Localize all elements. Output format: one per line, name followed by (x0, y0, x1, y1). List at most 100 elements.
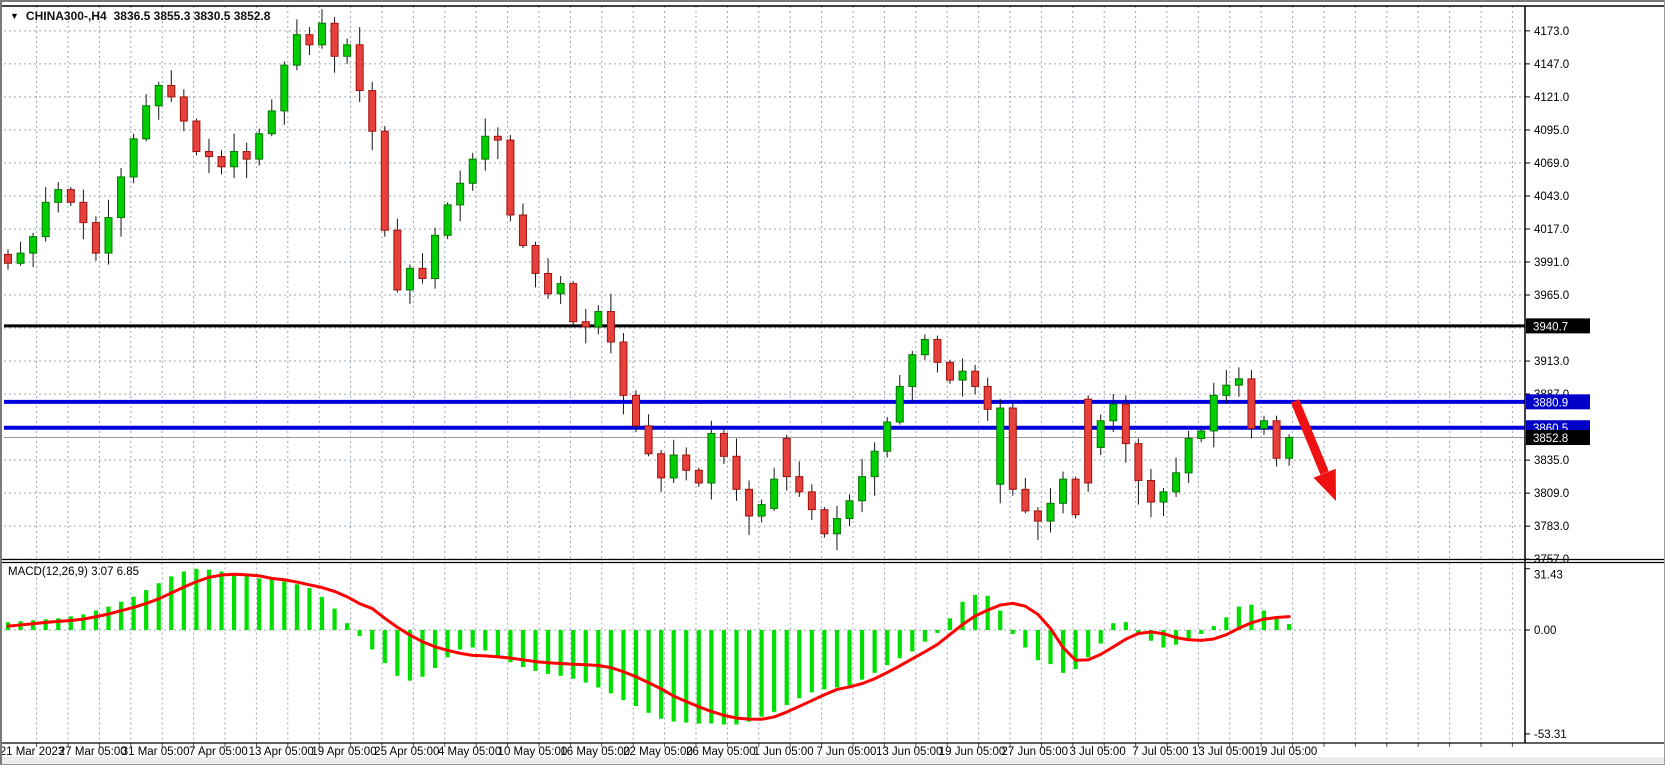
candle (1147, 480, 1154, 502)
macd-histogram-bar (232, 573, 236, 630)
candle (1223, 385, 1230, 395)
candle (670, 455, 677, 478)
macd-histogram-bar (722, 630, 726, 725)
macd-histogram-bar (986, 596, 990, 630)
svg-text:3965.0: 3965.0 (1534, 290, 1569, 302)
macd-histogram-bar (747, 630, 751, 722)
symbol-dropdown-icon[interactable]: ▼ (10, 12, 19, 21)
macd-histogram-bar (307, 588, 311, 630)
macd-histogram-bar (282, 581, 286, 630)
macd-histogram-bar (697, 630, 701, 724)
candle (369, 91, 376, 132)
svg-text:19 Jun 05:00: 19 Jun 05:00 (939, 746, 1006, 758)
svg-text:27 Mar 05:00: 27 Mar 05:00 (59, 746, 127, 758)
svg-text:21 Mar 2023: 21 Mar 2023 (2, 746, 64, 758)
candlestick-series (5, 9, 1293, 550)
candle (557, 284, 564, 294)
candle (381, 131, 388, 230)
macd-histogram-bar (420, 630, 424, 677)
macd-histogram-bar (119, 602, 123, 630)
trading-chart-window[interactable]: ▼ CHINA300-,H4 3836.5 3855.3 3830.5 3852… (0, 0, 1665, 765)
macd-histogram-bar (106, 607, 110, 630)
macd-histogram-bar (672, 630, 676, 722)
candle (871, 451, 878, 476)
candle (695, 470, 702, 483)
candle (921, 339, 928, 354)
svg-text:13 Apr 05:00: 13 Apr 05:00 (249, 746, 314, 758)
svg-text:4173.0: 4173.0 (1534, 26, 1569, 38)
price-badge: 3852.8 (1526, 430, 1590, 445)
chart-title: ▼ CHINA300-,H4 3836.5 3855.3 3830.5 3852… (10, 9, 270, 23)
svg-text:3880.9: 3880.9 (1533, 397, 1568, 409)
candle (1110, 404, 1117, 421)
macd-histogram-bar (885, 630, 889, 665)
macd-histogram-bar (408, 630, 412, 681)
macd-histogram-bar (194, 569, 198, 630)
candle (658, 454, 665, 478)
candle (1160, 492, 1167, 502)
candle (909, 355, 916, 387)
svg-text:16 May 05:00: 16 May 05:00 (560, 746, 630, 758)
svg-text:4017.0: 4017.0 (1534, 224, 1569, 236)
svg-text:3991.0: 3991.0 (1534, 257, 1569, 269)
candle (620, 342, 627, 395)
candle (607, 312, 614, 342)
candle (1173, 473, 1180, 492)
candle (1198, 431, 1205, 439)
candle (645, 426, 652, 454)
candle (406, 268, 413, 290)
candle (118, 177, 125, 218)
macd-histogram-bar (810, 630, 814, 692)
candle (344, 45, 351, 56)
svg-text:7 Jul 05:00: 7 Jul 05:00 (1132, 746, 1188, 758)
ohlc-values: 3836.5 3855.3 3830.5 3852.8 (114, 9, 271, 23)
svg-text:3757.0: 3757.0 (1534, 554, 1569, 566)
macd-indicator-label: MACD(12,26,9) 3.07 6.85 (8, 566, 139, 578)
candle (293, 35, 300, 65)
candle (1060, 479, 1067, 503)
candle (17, 253, 24, 263)
candle (1210, 395, 1217, 431)
macd-histogram-bar (383, 630, 387, 663)
candle (432, 235, 439, 278)
candle (1261, 421, 1268, 429)
macd-histogram-bar (345, 623, 349, 630)
candle (771, 479, 778, 508)
svg-text:22 May 05:00: 22 May 05:00 (623, 746, 693, 758)
candle (570, 284, 577, 322)
macd-axis: 31.430.00-53.31 (1525, 569, 1567, 741)
candle (168, 85, 175, 96)
macd-histogram-bar (772, 630, 776, 712)
price-axis: 4173.04147.04121.04095.04069.04043.04017… (1525, 26, 1590, 566)
macd-histogram-bar (219, 572, 223, 630)
macd-histogram-bar (1212, 626, 1216, 630)
candle (193, 121, 200, 151)
candle (582, 322, 589, 327)
price-badge: 3880.9 (1526, 394, 1590, 409)
macd-histogram-bar (910, 630, 914, 651)
candle (1097, 421, 1104, 448)
macd-name: MACD(12,26,9) (8, 566, 88, 578)
macd-histogram-bar (596, 630, 600, 687)
svg-text:4 May 05:00: 4 May 05:00 (438, 746, 501, 758)
macd-histogram-bar (935, 630, 939, 633)
grid-lines (4, 6, 1525, 747)
candle (884, 422, 891, 451)
macd-histogram-bar (395, 630, 399, 676)
candle (896, 386, 903, 422)
macd-histogram-bar (559, 630, 563, 676)
candle (331, 23, 338, 56)
chart-canvas[interactable]: 4173.04147.04121.04095.04069.04043.04017… (2, 2, 1664, 764)
candle (130, 139, 137, 177)
macd-histogram-bar (1124, 622, 1128, 630)
candle (846, 501, 853, 519)
svg-text:19 Apr 05:00: 19 Apr 05:00 (311, 746, 376, 758)
candle (997, 408, 1004, 484)
candle (1248, 379, 1255, 429)
candle (1273, 421, 1280, 458)
macd-histogram-bar (609, 630, 613, 693)
svg-text:4095.0: 4095.0 (1534, 125, 1569, 137)
svg-text:31 Mar 05:00: 31 Mar 05:00 (122, 746, 190, 758)
macd-histogram-bar (1011, 630, 1015, 634)
horizontal-level-lines (4, 326, 1525, 438)
